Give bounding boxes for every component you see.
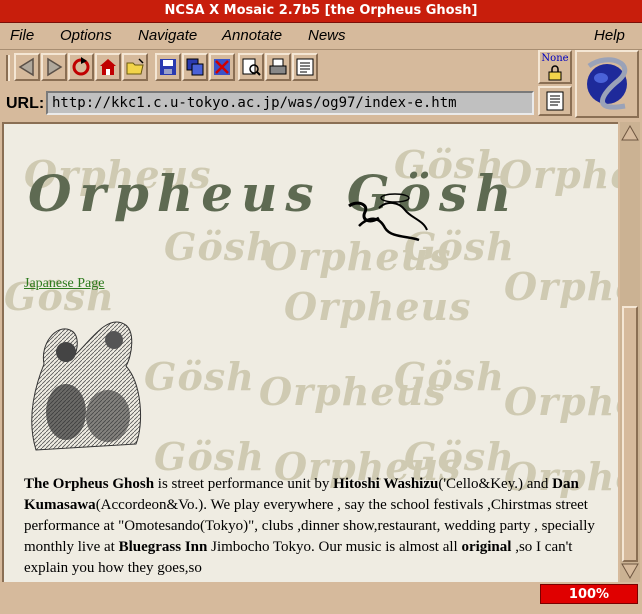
menu-navigate-label: Navigate xyxy=(138,27,198,44)
page-banner: Orpheus Gösh xyxy=(28,164,520,223)
print-icon xyxy=(269,58,287,75)
lock-icon xyxy=(548,65,562,81)
text-span: Jimbocho Tokyo. Our music is almost all xyxy=(207,539,462,555)
home-icon xyxy=(100,59,116,75)
back-arrow-icon xyxy=(18,57,34,77)
reload-icon xyxy=(72,57,90,76)
window-title: NCSA X Mosaic 2.7b5 [the Orpheus Ghosh] xyxy=(0,0,642,23)
watermark-text: Orpheus xyxy=(504,264,618,309)
forward-button[interactable] xyxy=(41,53,67,81)
find-button[interactable] xyxy=(238,53,264,81)
emphasis-word: original xyxy=(461,539,512,555)
news-button[interactable] xyxy=(292,53,318,81)
url-label: URL: xyxy=(6,95,45,112)
news-icon xyxy=(296,58,314,76)
member-name: Hitoshi Washizu xyxy=(333,476,439,492)
menu-news[interactable]: News xyxy=(308,27,346,44)
status-bar: 100% xyxy=(0,584,642,614)
save-button[interactable] xyxy=(155,53,181,81)
menu-help[interactable]: Help xyxy=(594,27,625,44)
menu-news-label: News xyxy=(308,27,346,44)
band-name: The Orpheus Ghosh xyxy=(24,476,155,492)
globe-logo-icon xyxy=(587,57,628,110)
menu-annotate[interactable]: Annotate xyxy=(222,27,282,44)
toolbar-grip[interactable] xyxy=(6,55,10,81)
text-span: is street performance unit by xyxy=(154,476,334,492)
save-disk-icon xyxy=(160,59,176,75)
forward-arrow-icon xyxy=(47,57,63,77)
watermark-text: Orpheus xyxy=(259,369,447,414)
close-window-button[interactable] xyxy=(209,53,235,81)
menu-annotate-label: Annotate xyxy=(222,27,283,44)
scroll-thumb[interactable] xyxy=(622,306,638,562)
menu-bar: File Options Navigate Annotate News Help xyxy=(0,23,642,50)
band-photo xyxy=(31,321,142,451)
back-button[interactable] xyxy=(14,53,40,81)
cache-status-label: None xyxy=(541,53,569,64)
toolbar xyxy=(0,51,534,85)
watermark-text: Gösh xyxy=(154,434,265,479)
progress-indicator: 100% xyxy=(540,584,638,604)
print-button[interactable] xyxy=(265,53,291,81)
vertical-scrollbar[interactable] xyxy=(620,122,640,582)
watermark-text: Gösh xyxy=(404,434,515,479)
cache-status-button[interactable]: None xyxy=(538,50,572,84)
mosaic-logo[interactable] xyxy=(575,50,639,118)
watermark-text: Orpheus xyxy=(284,284,472,329)
venue-name: Bluegrass Inn xyxy=(118,539,208,555)
menu-navigate[interactable]: Navigate xyxy=(138,27,197,44)
document-view[interactable]: Orpheus Gösh Orpheus Gösh Orpheus Gösh G… xyxy=(2,122,618,582)
menu-help-label: Help xyxy=(594,27,625,44)
url-input[interactable]: http://kkc1.c.u-tokyo.ac.jp/was/og97/ind… xyxy=(46,91,534,115)
open-button[interactable] xyxy=(122,53,148,81)
menu-file[interactable]: File xyxy=(10,27,34,44)
close-window-icon xyxy=(214,59,230,75)
source-doc-button[interactable] xyxy=(538,86,572,116)
menu-file-label: File xyxy=(10,27,35,44)
intro-paragraph: The Orpheus Ghosh is street performance … xyxy=(24,474,604,579)
open-folder-icon xyxy=(126,58,144,75)
url-bar: URL: http://kkc1.c.u-tokyo.ac.jp/was/og9… xyxy=(0,88,534,118)
scroll-up-arrow-icon[interactable] xyxy=(621,124,639,142)
find-icon xyxy=(242,58,261,76)
angel-logo-icon xyxy=(348,193,428,242)
menu-options[interactable]: Options xyxy=(60,27,112,44)
clone-window-button[interactable] xyxy=(182,53,208,81)
clone-window-icon xyxy=(186,58,204,76)
watermark-text: Gösh xyxy=(164,224,275,269)
watermark-text: Gösh xyxy=(144,354,255,399)
japanese-page-link[interactable]: Japanese Page xyxy=(24,276,104,292)
scroll-down-arrow-icon[interactable] xyxy=(621,562,639,580)
text-span: ('Cello&Key.) and xyxy=(438,476,553,492)
menu-options-label: Options xyxy=(60,27,112,44)
watermark-text: Orpheus xyxy=(504,379,618,424)
reload-button[interactable] xyxy=(68,53,94,81)
document-icon xyxy=(546,91,564,111)
home-button[interactable] xyxy=(95,53,121,81)
